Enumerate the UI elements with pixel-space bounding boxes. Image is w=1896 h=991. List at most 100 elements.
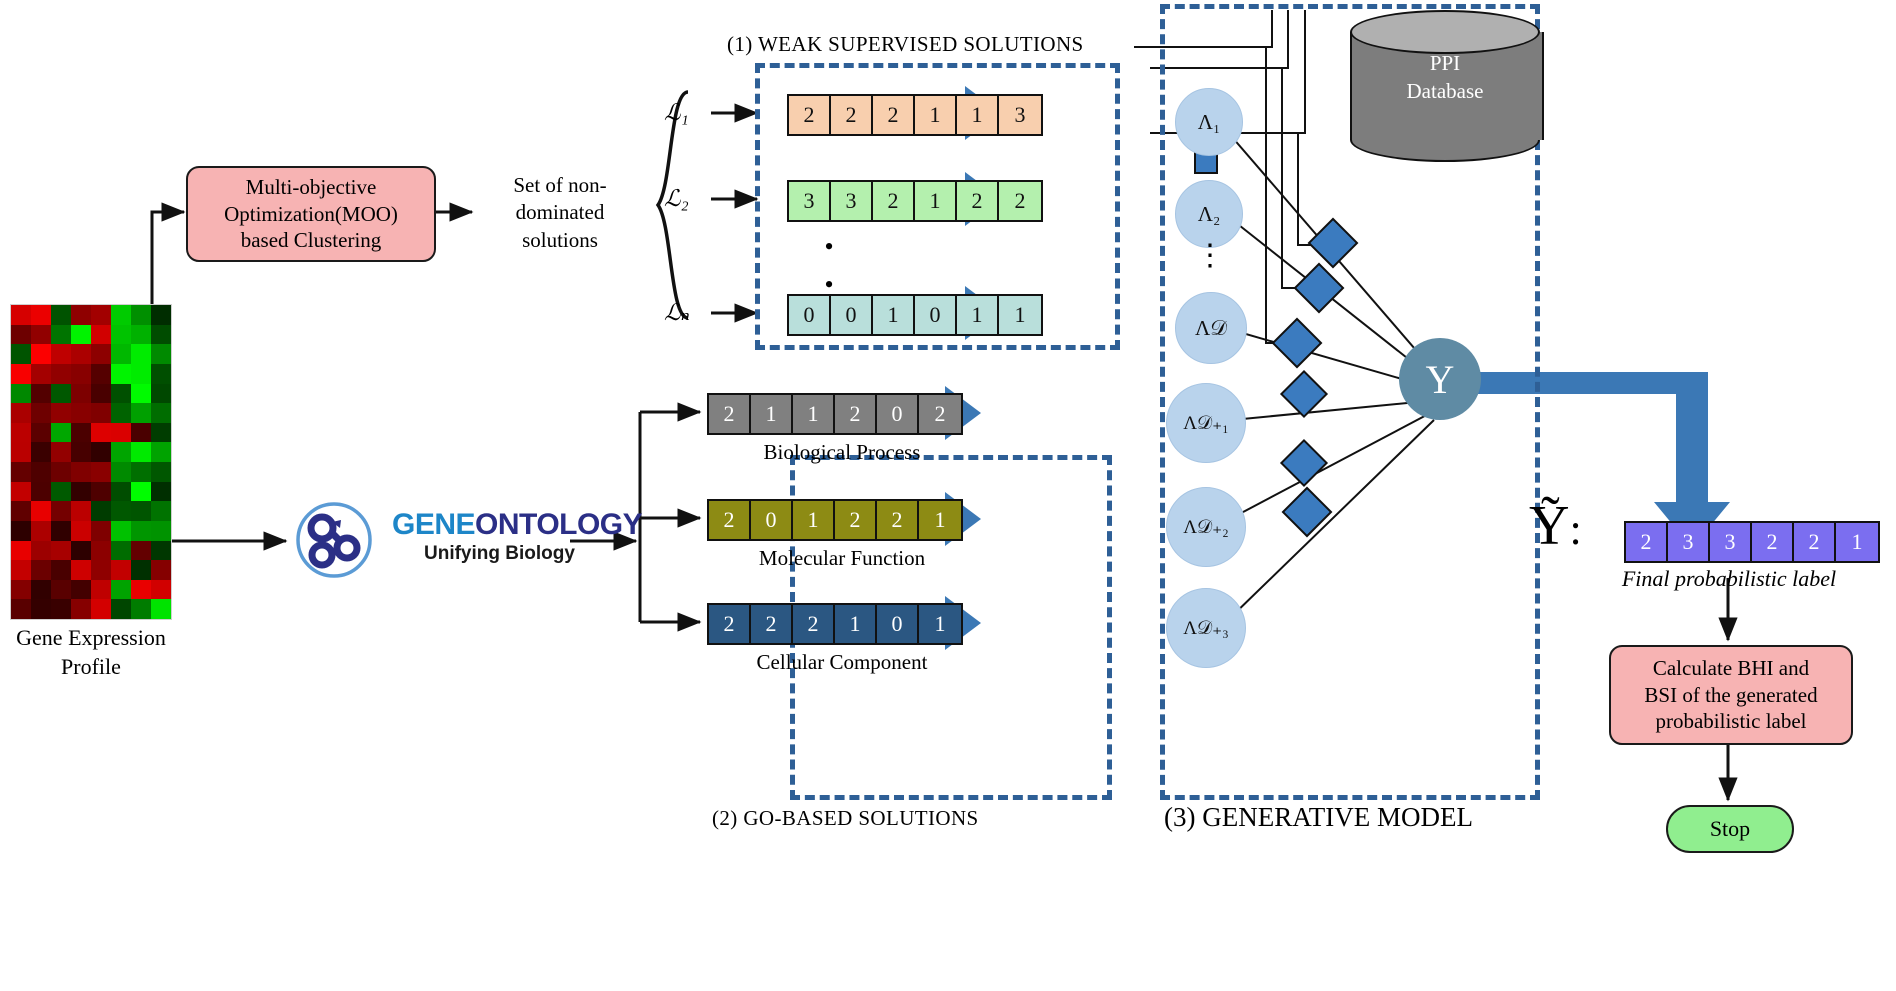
heatmap-cell	[111, 344, 131, 364]
heatmap-cell	[111, 560, 131, 580]
nd-line2: dominated	[515, 200, 605, 225]
heatmap-cell	[131, 383, 151, 404]
lambda-node-D[interactable]: Λ𝒟	[1175, 292, 1247, 364]
heatmap-cell	[91, 324, 111, 345]
heatmap-cell	[151, 560, 171, 580]
heatmap-cell	[131, 481, 151, 502]
heatmap-cell	[91, 579, 111, 600]
heatmap-cell	[71, 383, 91, 404]
heatmap-cell	[151, 501, 171, 521]
go-vector-cellular-component: 222101	[707, 603, 963, 645]
heatmap-cell	[51, 481, 71, 502]
final-probabilistic-label-vector: 233221	[1624, 521, 1880, 563]
go-vector-label-bp: Biological Process	[763, 440, 921, 464]
stop-node[interactable]: Stop	[1666, 805, 1794, 853]
heatmap-cell	[71, 324, 91, 345]
weak-vector-name-2: ℒ₂	[664, 186, 689, 211]
moo-clustering-box[interactable]: Multi-objective Optimization(MOO) based …	[186, 166, 436, 262]
heatmap-cell	[71, 560, 91, 580]
moo-line3: based Clustering	[240, 228, 382, 253]
lambda-node-D2[interactable]: Λ𝒟₊₂	[1166, 487, 1246, 567]
vector-cell: 0	[831, 296, 873, 334]
heatmap-cell	[91, 520, 111, 541]
heatmap-cell	[31, 305, 51, 325]
heatmap-cell	[51, 540, 71, 561]
y-node[interactable]: Y	[1399, 338, 1481, 420]
heatmap-cell	[151, 442, 171, 462]
heatmap-cell	[31, 560, 51, 580]
heatmap-cell	[151, 540, 171, 561]
ppi-line1: PPI	[1429, 51, 1461, 75]
heatmap-cell	[91, 560, 111, 580]
heatmap-cell	[31, 501, 51, 521]
heatmap-cell	[11, 422, 31, 443]
heatmap-cell	[131, 422, 151, 443]
heatmap-cell	[11, 520, 31, 541]
weak-vector-n: 001011	[787, 294, 1043, 336]
heatmap-cell	[11, 560, 31, 580]
heatmap-cell	[111, 305, 131, 325]
lambda-node-1[interactable]: Λ₁	[1175, 88, 1243, 156]
heatmap-cell	[151, 344, 171, 364]
heatmap-cell	[111, 481, 131, 502]
vector-cell: 0	[877, 605, 919, 643]
heatmap-cell	[11, 383, 31, 404]
heatmap-cell	[71, 344, 91, 364]
heatmap-cell	[151, 422, 171, 443]
go-word-gene: GENE	[392, 508, 476, 541]
go-word-ontology: ONTOLOGY	[475, 508, 643, 541]
y-tilde-symbol: Ỹ:	[1529, 498, 1582, 554]
heatmap-cell	[31, 403, 51, 423]
heatmap-cell	[91, 344, 111, 364]
lambda-node-D1[interactable]: Λ𝒟₊₁	[1166, 383, 1246, 463]
heatmap-cell	[11, 481, 31, 502]
heatmap-cell	[111, 579, 131, 600]
calculate-bhi-bsi-box[interactable]: Calculate BHI and BSI of the generated p…	[1609, 645, 1853, 745]
heatmap-cell	[111, 324, 131, 345]
heatmap-cell	[151, 363, 171, 384]
heatmap-cell	[31, 344, 51, 364]
heatmap-cell	[91, 422, 111, 443]
heatmap-cell	[111, 363, 131, 384]
nd-line3: solutions	[522, 227, 598, 252]
heatmap-cell	[51, 560, 71, 580]
weak-vector-2: 332122	[787, 180, 1043, 222]
heatmap-cell	[51, 363, 71, 384]
heatmap-cell	[131, 540, 151, 561]
heatmap-cell	[91, 599, 111, 619]
heatmap-cell	[71, 363, 91, 384]
heatmap-cell	[71, 540, 91, 561]
heatmap-cell	[31, 442, 51, 462]
heatmap-cell	[151, 324, 171, 345]
vector-cell: 2	[1626, 523, 1668, 561]
gene-expression-heatmap	[10, 304, 172, 620]
heatmap-cell	[131, 462, 151, 482]
vector-cell: 0	[915, 296, 957, 334]
heatmap-cell	[31, 324, 51, 345]
heatmap-cell	[91, 442, 111, 462]
arrow-heatmap-to-go	[150, 370, 288, 551]
heatmap-cell	[51, 422, 71, 443]
lambda-node-D3[interactable]: Λ𝒟₊₃	[1166, 588, 1246, 668]
heatmap-cell	[11, 442, 31, 462]
vector-cell: 2	[1752, 523, 1794, 561]
weak-vector-1: 222113	[787, 94, 1043, 136]
vector-cell: 2	[873, 96, 915, 134]
heatmap-cell	[31, 579, 51, 600]
heatmap-cell	[91, 462, 111, 482]
heatmap-cell	[131, 560, 151, 580]
heatmap-cell	[51, 599, 71, 619]
heatmap-cell	[11, 540, 31, 561]
heatmap-cell	[111, 599, 131, 619]
heatmap-cell	[51, 462, 71, 482]
vector-cell: 0	[789, 296, 831, 334]
y-tilde-glyph: Ỹ	[1529, 495, 1570, 557]
heatmap-cell	[11, 462, 31, 482]
heatmap-cell	[31, 520, 51, 541]
heatmap-caption-line2: Profile	[61, 653, 121, 679]
heatmap-cell	[131, 344, 151, 364]
vector-cell: 2	[877, 501, 919, 539]
heatmap-cell	[151, 520, 171, 541]
ppi-database-cylinder: PPI Database	[1350, 10, 1544, 162]
heatmap-cell	[71, 520, 91, 541]
